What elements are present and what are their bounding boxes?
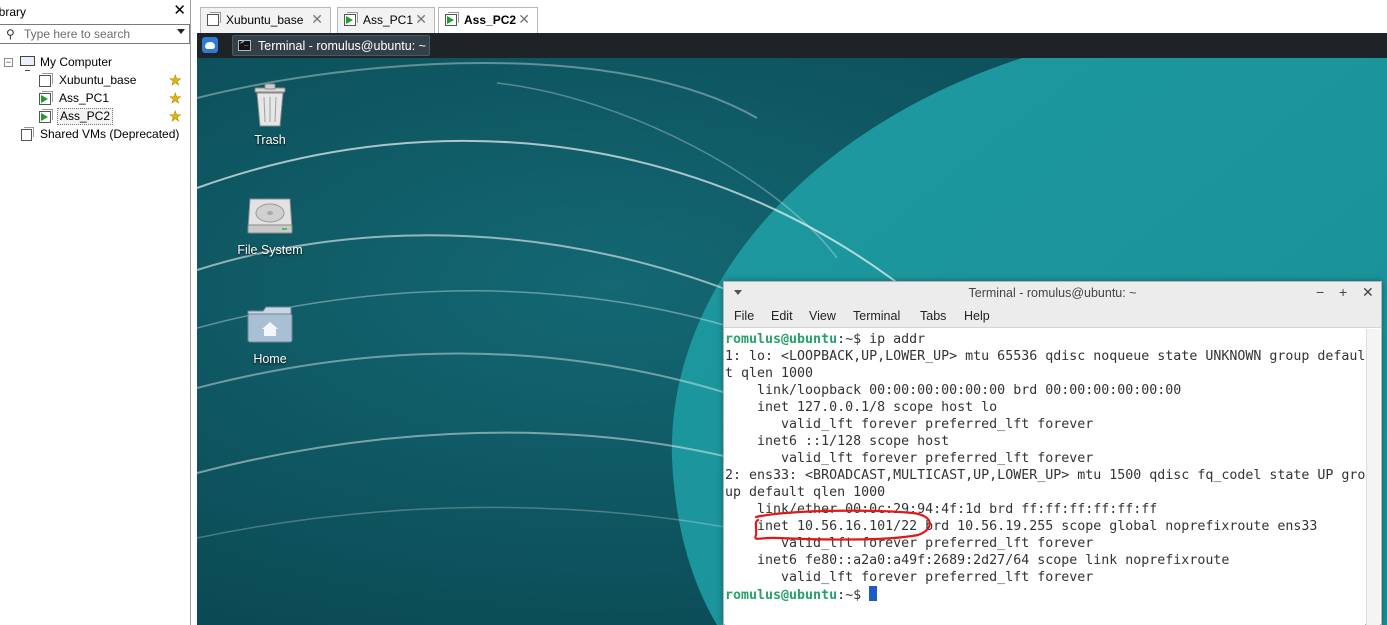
terminal-line: inet6 ::1/128 scope host <box>725 434 950 449</box>
terminal-line: inet 127.0.0.1/8 scope host lo <box>725 400 998 415</box>
library-header: ibrary ✕ <box>0 2 191 22</box>
terminal-scrollbar[interactable] <box>1366 329 1380 625</box>
menu-view[interactable]: View <box>809 309 836 323</box>
search-input[interactable] <box>24 26 174 42</box>
text-cursor <box>869 586 878 601</box>
star-icon[interactable]: ★ <box>169 109 182 124</box>
xfce-top-panel: Terminal - romulus@ubuntu: ~ <box>197 33 1387 58</box>
desktop-icon-label: File System <box>237 243 303 257</box>
terminal-menubar: File Edit View Terminal Tabs Help <box>724 304 1381 328</box>
library-title: ibrary <box>0 5 27 19</box>
close-icon[interactable]: ✕ <box>415 11 427 28</box>
app-menu-icon[interactable] <box>202 37 218 53</box>
tree-item-label: Xubuntu_base <box>59 73 137 87</box>
terminal-line: 1: lo: <LOOPBACK,UP,LOWER_UP> mtu 65536 … <box>725 349 1365 364</box>
prompt-suffix: :~$ <box>837 332 870 347</box>
hard-drive-icon <box>247 198 293 234</box>
tab-ass-pc1[interactable]: Ass_PC1 ✕ <box>337 7 435 33</box>
tree-item-shared-vms[interactable]: Shared VMs (Deprecated) <box>0 125 190 143</box>
desktop-icon-label: Trash <box>254 133 286 147</box>
terminal-command: ip addr <box>869 332 926 347</box>
desktop-icon-label: Home <box>253 352 287 366</box>
shared-vms-icon <box>21 127 34 141</box>
terminal-line: link/loopback 00:00:00:00:00:00 brd 00:0… <box>725 383 1182 398</box>
terminal-line: inet6 fe80::a2a0:a49f:2689:2d27/64 scope… <box>725 553 1230 568</box>
terminal-titlebar[interactable]: Terminal - romulus@ubuntu: ~ − + ✕ <box>724 282 1381 304</box>
tab-label: Ass_PC1 <box>363 13 414 27</box>
desktop-icon-home[interactable]: Home <box>235 303 305 373</box>
menu-tabs[interactable]: Tabs <box>920 309 946 323</box>
tab-xubuntu-base[interactable]: Xubuntu_base ✕ <box>200 7 331 33</box>
tab-label: Xubuntu_base <box>226 13 304 27</box>
terminal-prompt: romulus@ubuntu <box>725 332 838 347</box>
computer-icon <box>20 56 35 71</box>
tree-item-vm-selected[interactable]: Ass_PC2 ★ <box>0 107 190 125</box>
tree-item-label: Ass_PC2 <box>57 108 114 125</box>
maximize-icon[interactable]: + <box>1339 284 1347 300</box>
tree-item-vm[interactable]: Ass_PC1 ★ <box>0 89 190 107</box>
terminal-line: valid_lft forever preferred_lft forever <box>725 570 1094 585</box>
tree-item-label: Shared VMs (Deprecated) <box>40 127 180 141</box>
terminal-icon <box>238 38 251 51</box>
trash-icon <box>254 83 286 127</box>
terminal-line: valid_lft forever preferred_lft forever <box>725 417 1094 432</box>
terminal-prompt: romulus@ubuntu <box>725 588 838 603</box>
taskbar-window-button[interactable]: Terminal - romulus@ubuntu: ~ <box>232 35 430 56</box>
terminal-output[interactable]: romulus@ubuntu:~$ ip addr 1: lo: <LOOPBA… <box>725 329 1365 625</box>
vm-running-icon <box>39 109 53 123</box>
tab-label: Ass_PC2 <box>464 13 517 27</box>
desktop-icon-trash[interactable]: Trash <box>235 82 305 152</box>
menu-edit[interactable]: Edit <box>771 309 793 323</box>
terminal-line-inet: inet 10.56.16.101/22 brd 10.56.19.255 sc… <box>725 519 1318 534</box>
terminal-window[interactable]: Terminal - romulus@ubuntu: ~ − + ✕ File … <box>723 281 1382 625</box>
terminal-line: romulus@ubuntu:~$ ip addr <box>725 331 925 348</box>
tree-item-my-computer[interactable]: − My Computer <box>0 53 190 71</box>
chevron-down-icon[interactable] <box>177 29 185 34</box>
terminal-title: Terminal - romulus@ubuntu: ~ <box>968 286 1137 300</box>
vm-tab-bar: Xubuntu_base ✕ Ass_PC1 ✕ Ass_PC2 ✕ <box>192 0 1387 34</box>
vm-running-icon <box>39 91 53 105</box>
vm-running-icon <box>344 12 358 26</box>
minimize-icon[interactable]: − <box>1316 284 1324 300</box>
vm-icon <box>39 73 53 87</box>
tree-item-label: Ass_PC1 <box>59 91 110 105</box>
vm-running-icon <box>445 12 459 26</box>
library-search[interactable]: ⚲ <box>0 24 190 44</box>
close-icon[interactable]: ✕ <box>1362 284 1374 301</box>
search-icon: ⚲ <box>6 27 15 41</box>
desktop-icon-file-system[interactable]: File System <box>225 195 315 265</box>
menu-file[interactable]: File <box>734 309 754 323</box>
home-folder-icon <box>247 306 293 343</box>
menu-help[interactable]: Help <box>964 309 990 323</box>
terminal-line: romulus@ubuntu:~$ <box>725 586 878 603</box>
menu-terminal[interactable]: Terminal <box>853 309 900 323</box>
terminal-line: valid_lft forever preferred_lft forever <box>725 536 1094 551</box>
star-icon[interactable]: ★ <box>169 73 182 88</box>
prompt-suffix: :~$ <box>837 588 870 603</box>
terminal-line: t qlen 1000 <box>725 366 814 381</box>
library-panel: ibrary ✕ ⚲ − My Computer Xubuntu_base ★ … <box>0 0 191 625</box>
terminal-line: valid_lft forever preferred_lft forever <box>725 451 1094 466</box>
tab-ass-pc2[interactable]: Ass_PC2 ✕ <box>438 7 538 34</box>
star-icon[interactable]: ★ <box>169 91 182 106</box>
taskbar-window-label: Terminal - romulus@ubuntu: ~ <box>258 39 426 53</box>
close-icon[interactable]: ✕ <box>173 3 186 18</box>
terminal-line: up default qlen 1000 <box>725 485 886 500</box>
tree-item-label: My Computer <box>40 55 113 69</box>
terminal-line: link/ether 00:0c:29:94:4f:1d brd ff:ff:f… <box>725 502 1158 517</box>
terminal-line: 2: ens33: <BROADCAST,MULTICAST,UP,LOWER_… <box>725 468 1365 483</box>
tree-item-vm[interactable]: Xubuntu_base ★ <box>0 71 190 89</box>
close-icon[interactable]: ✕ <box>311 11 323 28</box>
collapse-icon[interactable]: − <box>4 58 13 67</box>
close-icon[interactable]: ✕ <box>518 11 530 28</box>
vm-icon <box>207 12 221 26</box>
